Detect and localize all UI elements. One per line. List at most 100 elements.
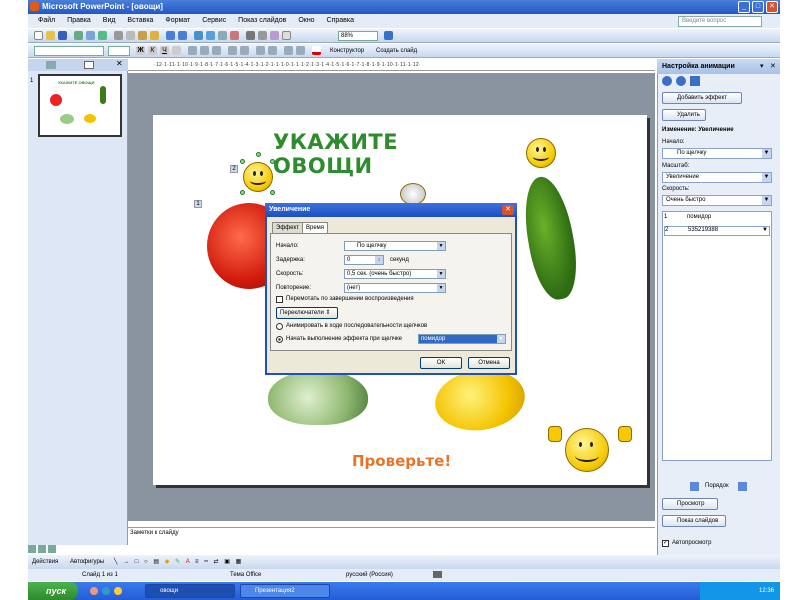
bullets-icon[interactable] [240,46,249,55]
dialog-close-button[interactable]: ✕ [502,205,514,215]
tables-borders-icon[interactable] [218,31,227,40]
spinner-icon[interactable]: ↕ [375,256,383,264]
increase-font-icon[interactable] [256,46,265,55]
show-formatting-icon[interactable] [258,31,267,40]
arrow-tool-icon[interactable]: → [123,559,129,565]
pane-scale-select[interactable]: Увеличение ▼ [662,172,772,183]
undo-icon[interactable] [166,31,175,40]
close-window-button[interactable]: ✕ [766,1,778,13]
repeat-select[interactable]: (нет) ▼ [344,283,446,293]
cut-icon[interactable] [114,31,123,40]
resize-handle[interactable] [240,159,245,164]
help-search-input[interactable]: Введите вопрос [678,16,762,27]
menu-tools[interactable]: Сервис [202,14,226,28]
resize-handle[interactable] [270,190,275,195]
line-style-icon[interactable]: ≡ [195,559,199,565]
chevron-down-icon[interactable]: ▼ [762,227,768,233]
normal-view-icon[interactable] [28,545,36,553]
design-button[interactable]: Конструктор [330,45,364,57]
help-icon[interactable] [384,31,393,40]
align-center-icon[interactable] [200,46,209,55]
tab-effect[interactable]: Эффект [272,222,303,233]
textbox-tool-icon[interactable]: ▤ [153,559,159,565]
menu-view[interactable]: Вид [103,14,116,28]
slideshow-button[interactable]: Показ слайдов [662,515,726,527]
shadow-style-icon[interactable]: ▣ [224,559,230,565]
menu-window[interactable]: Окно [298,14,314,28]
grid-icon[interactable] [270,31,279,40]
cancel-button[interactable]: Отмена [468,357,510,369]
menu-slideshow[interactable]: Показ слайдов [238,14,286,28]
home-icon[interactable] [690,76,700,86]
smiley-top-right[interactable] [526,138,556,168]
bold-icon[interactable]: Ж [136,46,145,55]
shadow-icon[interactable] [172,46,181,55]
menu-insert[interactable]: Вставка [127,14,153,28]
slide-thumbnail[interactable]: УКАЖИТЕ ОВОЩИ [38,74,122,137]
pane-speed-select[interactable]: Очень быстро ▼ [662,195,772,206]
line-tool-icon[interactable]: ╲ [114,559,118,565]
outline-tab-icon[interactable] [46,61,56,69]
dash-style-icon[interactable]: ┅ [204,559,208,565]
rotate-handle[interactable] [256,152,261,157]
resize-handle[interactable] [240,190,245,195]
pane-menu-icon[interactable]: ▾ [760,62,764,70]
sorter-view-icon[interactable] [38,545,46,553]
menu-help[interactable]: Справка [327,14,354,28]
start-on-click-radio[interactable] [276,336,283,343]
back-icon[interactable] [662,76,672,86]
autopreview-checkbox[interactable]: ✓ [662,540,669,547]
color-grayscale-icon[interactable] [282,31,291,40]
decrease-font-icon[interactable] [268,46,277,55]
slides-tab-icon[interactable] [84,61,94,69]
menu-format[interactable]: Формат [165,14,190,28]
italic-icon[interactable]: К [148,46,157,55]
menu-edit[interactable]: Правка [67,14,91,28]
start-button[interactable]: пуск [28,582,78,600]
remove-effect-button[interactable]: Удалить [662,109,706,121]
start-select[interactable]: По щелчку ▼ [344,241,446,251]
tab-timing[interactable]: Время [302,222,329,233]
taskbar-item-ovoshchi[interactable]: овощи [145,584,235,598]
insert-table-icon[interactable] [206,31,215,40]
zoom-select[interactable]: 88% [338,31,378,41]
align-right-icon[interactable] [212,46,221,55]
fill-color-icon[interactable]: ◆ [165,559,170,565]
underline-icon[interactable]: Ч [160,46,169,55]
copy-icon[interactable] [126,31,135,40]
preview-button[interactable]: Просмотр [662,498,718,510]
insert-picture-icon[interactable] [230,31,239,40]
taskbar-item-presentation2[interactable]: Презентация2 [240,584,330,598]
animation-list-item[interactable]: 1 помидор [664,214,770,224]
pane-close-icon[interactable]: ✕ [770,62,776,70]
new-slide-button[interactable]: Создать слайд [376,45,417,57]
move-down-icon[interactable] [738,482,747,491]
line-color-icon[interactable]: ✎ [175,559,180,565]
font-color-icon[interactable]: A [186,559,190,565]
move-up-icon[interactable] [690,482,699,491]
decrease-indent-icon[interactable] [284,46,293,55]
thumbs-up-smiley[interactable] [565,428,609,472]
save-icon[interactable] [58,31,67,40]
menu-file[interactable]: Файл [38,14,55,28]
rewind-checkbox[interactable] [276,296,283,303]
slide-title[interactable]: УКАЖИТЕ ОВОЩИ [273,130,503,178]
smiley-selected[interactable] [243,162,273,192]
print-icon[interactable] [74,31,83,40]
numbering-icon[interactable] [228,46,237,55]
quicklaunch-icon[interactable] [114,587,122,595]
font-color-icon[interactable] [312,46,321,55]
animate-sequence-radio[interactable] [276,323,283,330]
open-folder-icon[interactable] [46,31,55,40]
insert-chart-icon[interactable] [194,31,203,40]
maximize-button[interactable]: □ [752,1,764,13]
font-size-select[interactable] [108,46,130,56]
quicklaunch-icon[interactable] [90,587,98,595]
arrow-style-icon[interactable]: ⇄ [214,559,219,565]
slideshow-view-icon[interactable] [48,545,56,553]
trigger-object-select[interactable]: помидор ▼ [418,334,506,344]
add-effect-button[interactable]: Добавить эффект [662,92,742,104]
triggers-button[interactable]: Переключатели ⇕ [276,307,338,319]
expand-all-icon[interactable] [246,31,255,40]
3d-style-icon[interactable]: ▦ [236,559,242,565]
